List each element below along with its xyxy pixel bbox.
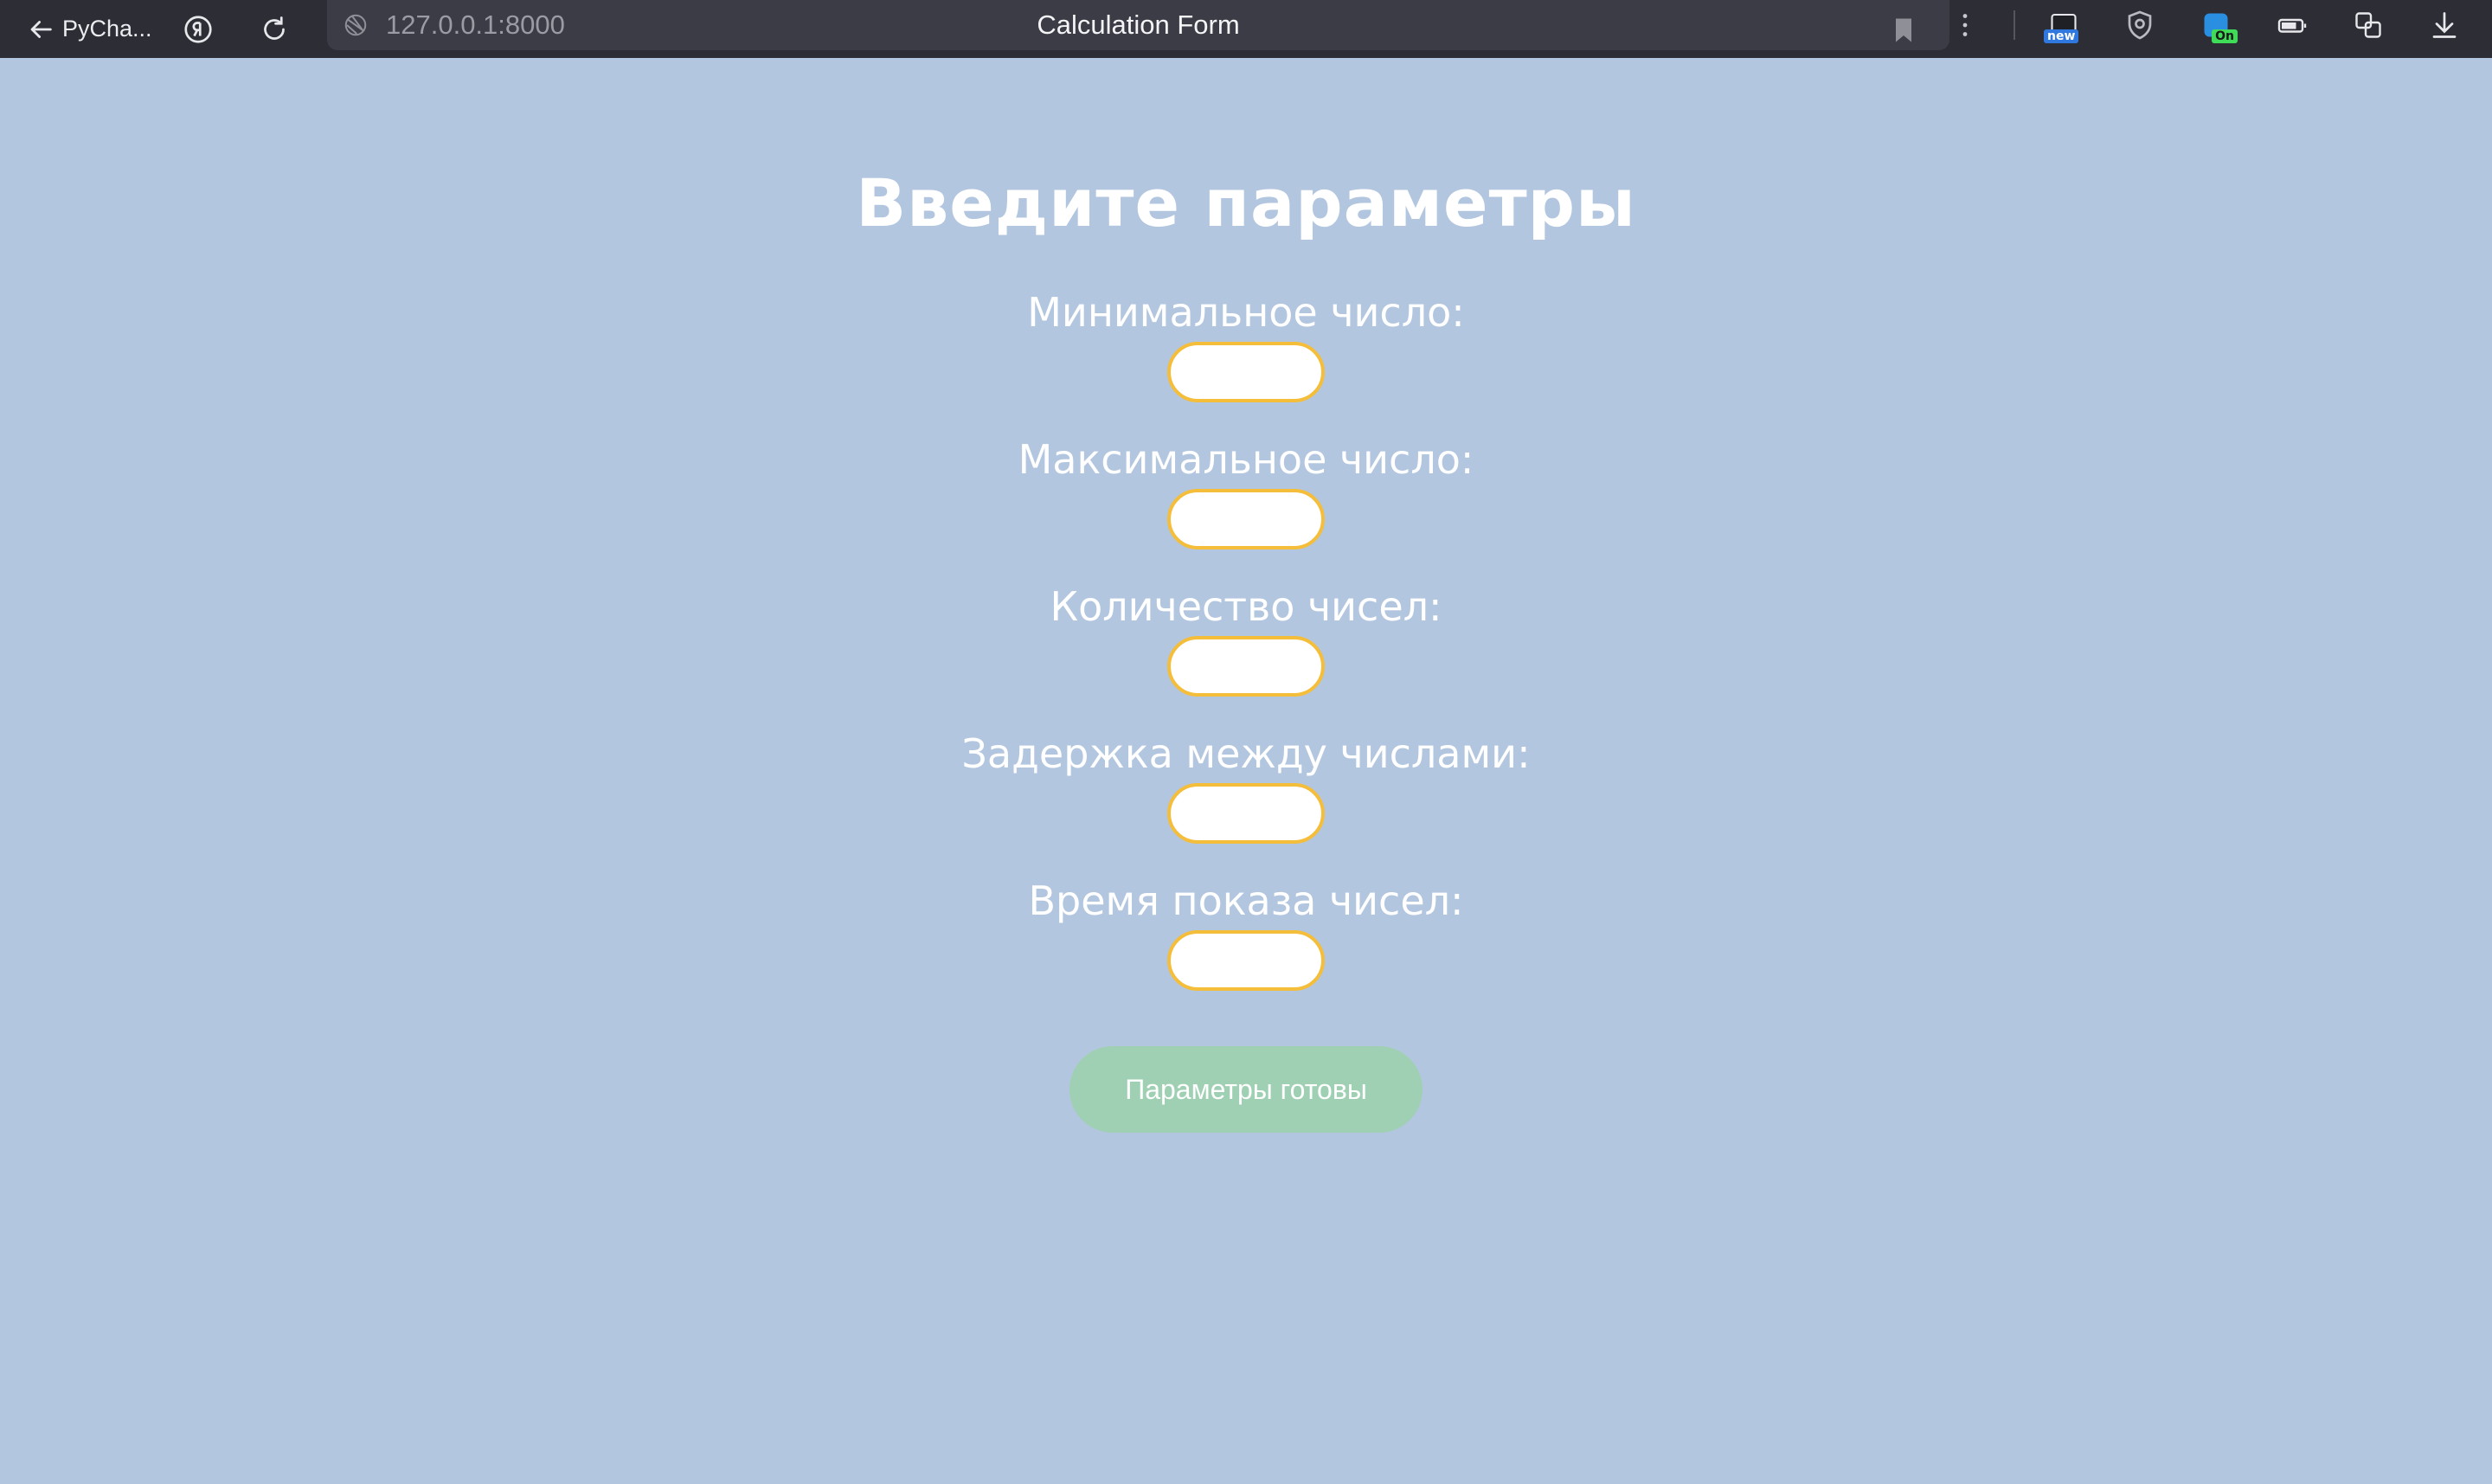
download-icon: [2432, 12, 2457, 38]
min-number-label: Минимальное число:: [1027, 289, 1465, 336]
page-content: Введите параметры Минимальное число: Мак…: [0, 58, 2492, 1484]
back-button[interactable]: PyCha...: [26, 15, 152, 44]
show-time-label: Время показа чисел:: [1028, 877, 1464, 924]
new-badge: new: [2044, 29, 2079, 43]
bookmark-button[interactable]: [1882, 9, 1925, 52]
address-bar[interactable]: 127.0.0.1:8000 Calculation Form: [327, 0, 1949, 50]
battery-icon: [2277, 18, 2307, 33]
reload-icon: [263, 16, 285, 40]
downloads-button[interactable]: [2423, 3, 2466, 47]
menu-button[interactable]: [1943, 3, 1987, 47]
max-number-input[interactable]: [1167, 489, 1325, 549]
browser-toolbar: PyCha... 127.0.0.1:8000 Calculation Form…: [0, 0, 2492, 58]
more-vertical-icon: [1962, 14, 1968, 36]
field-min-number: Минимальное число:: [1027, 245, 1465, 402]
count-input[interactable]: [1166, 636, 1325, 697]
site-info-icon[interactable]: [343, 12, 369, 38]
toolbar-divider: [2014, 10, 2015, 40]
min-number-input[interactable]: [1166, 342, 1325, 402]
page-title: Введите параметры: [856, 164, 1636, 241]
shield-extension-button[interactable]: [2118, 3, 2161, 47]
field-max-number: Максимальное число:: [1018, 402, 1474, 549]
yandex-button[interactable]: [177, 8, 220, 51]
translate-button[interactable]: [2347, 3, 2390, 47]
bookmark-icon: [1896, 18, 1911, 42]
max-number-label: Максимальное число:: [1018, 436, 1474, 483]
back-label: PyCha...: [62, 16, 152, 42]
toolbar-right: new On: [1927, 0, 2492, 50]
battery-button[interactable]: [2270, 3, 2314, 47]
reload-button[interactable]: [253, 8, 296, 51]
translate-icon: [2355, 12, 2381, 38]
on-badge: On: [2212, 29, 2238, 43]
yandex-icon: [183, 15, 212, 43]
url-text[interactable]: 127.0.0.1:8000: [386, 10, 565, 41]
shield-icon: [2128, 10, 2152, 40]
delay-input[interactable]: [1166, 783, 1325, 844]
show-time-input[interactable]: [1167, 930, 1325, 991]
delay-label: Задержка между числами:: [961, 730, 1531, 777]
arrow-left-icon: [30, 20, 52, 38]
extension-new-button[interactable]: new: [2042, 3, 2085, 47]
field-delay: Задержка между числами:: [961, 697, 1531, 844]
field-count: Количество чисел:: [1050, 549, 1442, 697]
field-show-time: Время показа чисел:: [1028, 844, 1464, 991]
page-tab-title: Calculation Form: [1037, 10, 1240, 40]
submit-button[interactable]: Параметры готовы: [1069, 1046, 1423, 1133]
count-label: Количество чисел:: [1050, 583, 1442, 630]
extension-on-button[interactable]: On: [2194, 3, 2238, 47]
